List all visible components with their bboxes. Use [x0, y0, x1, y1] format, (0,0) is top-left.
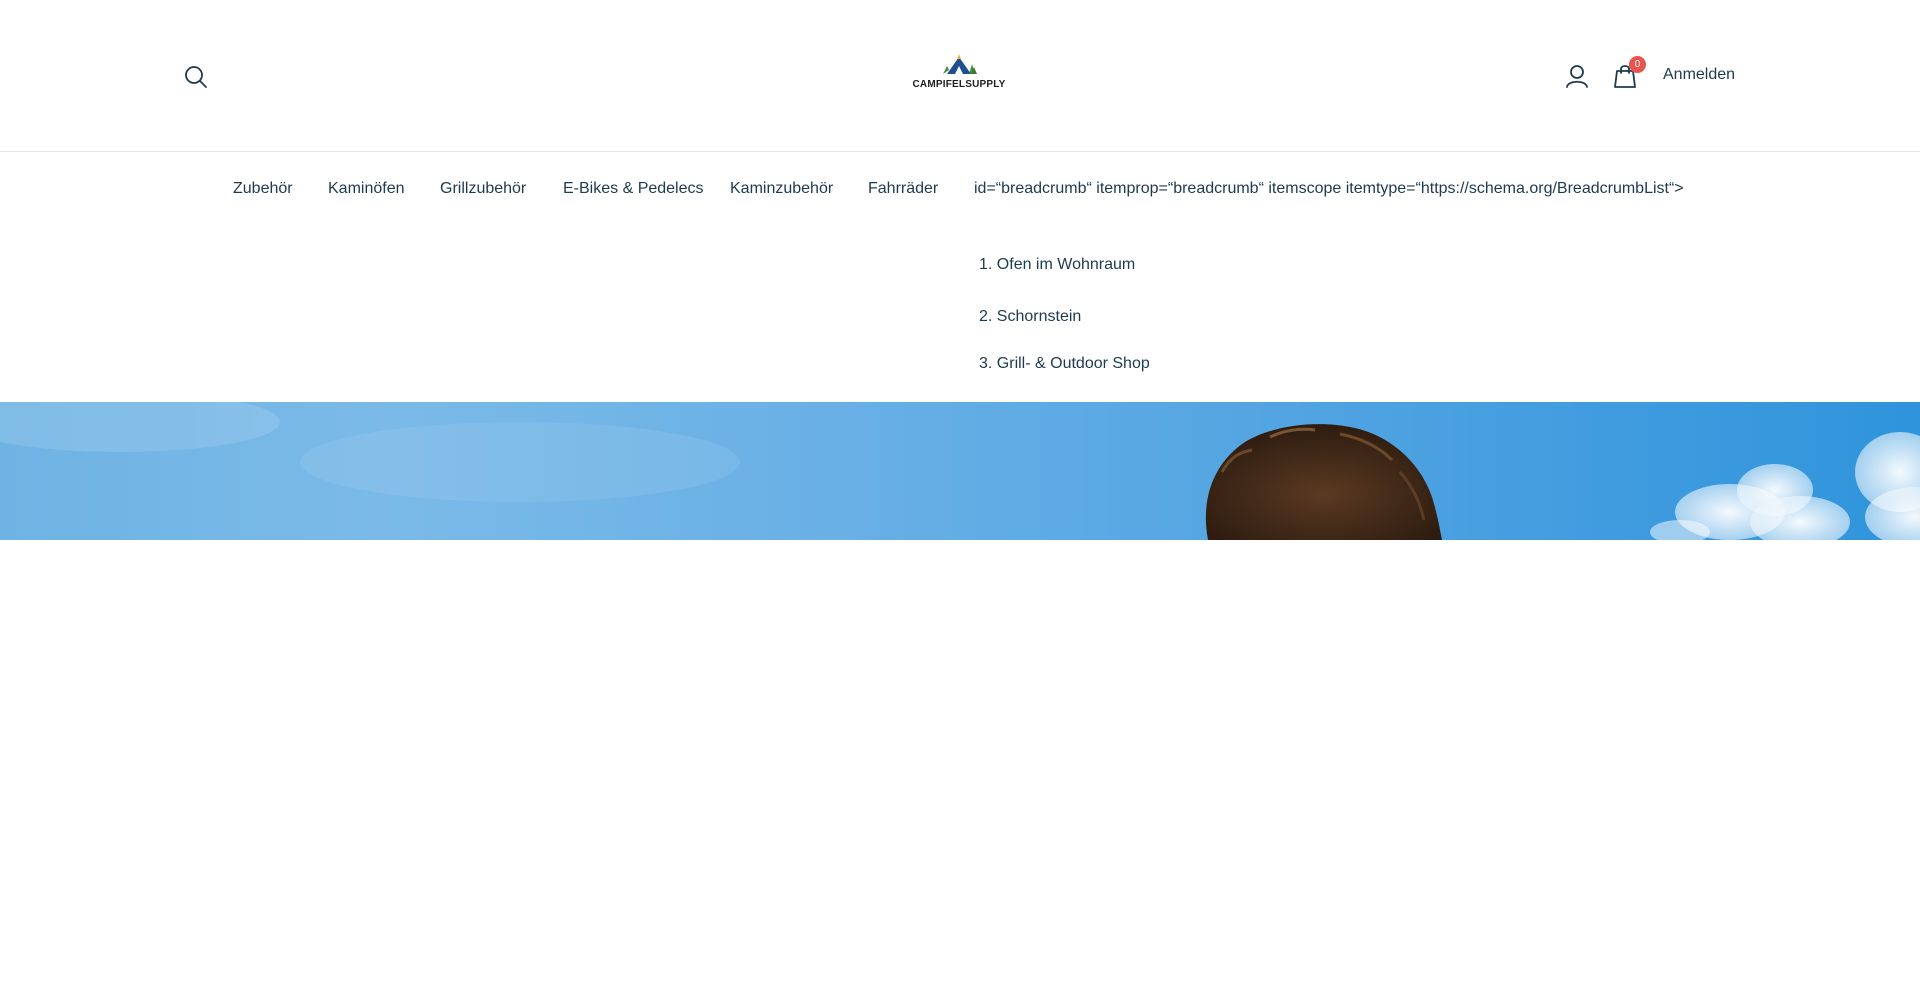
main-navigation: Zubehör Kaminöfen Grillzubehör E-Bikes &…: [0, 152, 1920, 402]
tent-logo-icon: [943, 54, 977, 74]
breadcrumb-raw-markup-text: id=“breadcrumb“ itemprop=“breadcrumb“ it…: [974, 180, 1684, 197]
hero-banner-image: [0, 402, 1920, 540]
cart-count-badge: 0: [1629, 56, 1646, 73]
nav-item-zubehoer[interactable]: Zubehör: [233, 180, 293, 198]
breadcrumb-number: 3.: [979, 355, 993, 372]
nav-item-kaminzubehoer[interactable]: Kaminzubehör: [730, 180, 833, 198]
nav-item-fahrraeder[interactable]: Fahrräder: [868, 180, 938, 198]
logo-text: CAMPIFELSUPPLY: [912, 79, 1006, 90]
hero-photo: [0, 402, 1920, 540]
user-icon: [1566, 65, 1588, 88]
breadcrumb-link-schornstein[interactable]: Schornstein: [997, 308, 1082, 325]
breadcrumb-number: 1.: [979, 256, 993, 273]
account-button[interactable]: [1564, 63, 1590, 89]
nav-item-kaminoefen[interactable]: Kaminöfen: [328, 180, 405, 198]
site-logo[interactable]: CAMPIFELSUPPLY: [905, 52, 1013, 94]
search-icon: [185, 66, 207, 88]
login-link[interactable]: Anmelden: [1663, 66, 1735, 84]
breadcrumb-item: 1. Ofen im Wohnraum: [979, 256, 1135, 274]
clouds: [1650, 432, 1920, 540]
hair-shape: [1205, 424, 1442, 540]
site-header: CAMPIFELSUPPLY 0 Anmelden: [0, 0, 1920, 152]
breadcrumb-link-ofen-im-wohnraum[interactable]: Ofen im Wohnraum: [997, 256, 1135, 273]
nav-item-ebikes-pedelecs[interactable]: E-Bikes & Pedelecs: [563, 180, 704, 198]
nav-item-grillzubehoer[interactable]: Grillzubehör: [440, 180, 526, 198]
breadcrumb-item: 3. Grill- & Outdoor Shop: [979, 355, 1150, 373]
breadcrumb-link-grill-outdoor-shop[interactable]: Grill- & Outdoor Shop: [997, 355, 1150, 372]
breadcrumb-item: 2. Schornstein: [979, 308, 1081, 326]
search-button[interactable]: [183, 64, 209, 90]
breadcrumb-number: 2.: [979, 308, 993, 325]
